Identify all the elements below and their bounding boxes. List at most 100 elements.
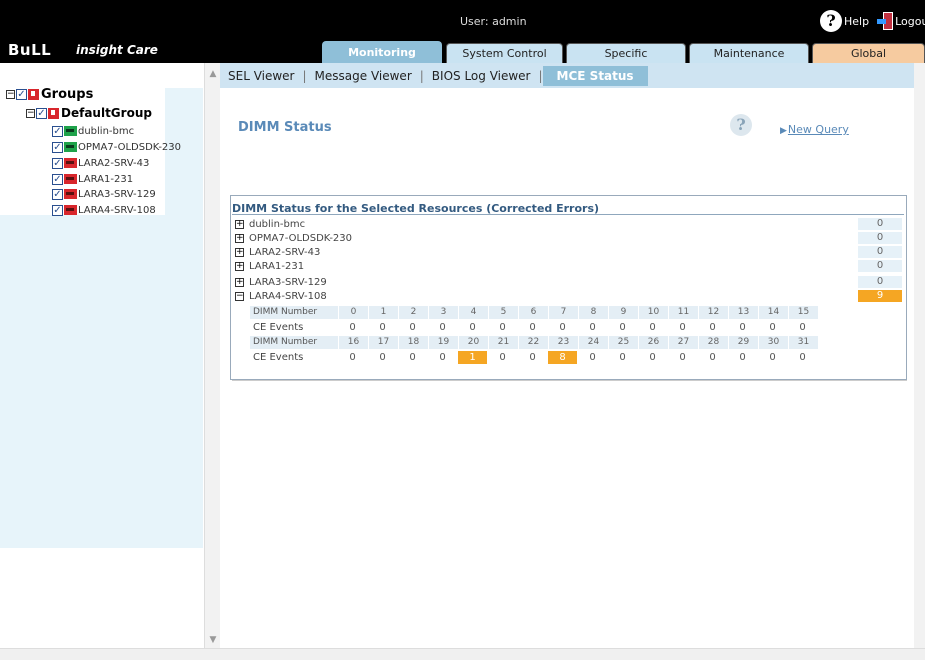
dimm-number: 3 <box>429 306 458 319</box>
ce-event-count: 0 <box>529 352 536 363</box>
ce-event-count: 0 <box>769 352 776 363</box>
server-error-icon <box>64 158 77 168</box>
dimm-number: 21 <box>489 336 518 349</box>
sub-navigation: SEL Viewer | Message Viewer | BIOS Log V… <box>220 63 925 88</box>
product-name: insight Care <box>76 43 158 57</box>
checkbox-icon[interactable]: ✓ <box>52 125 63 137</box>
tab-system-control[interactable]: System Control <box>446 43 563 63</box>
dimm-number-label: DIMM Number <box>250 306 338 319</box>
resource-row[interactable]: + OPMA7-OLDSDK-230 <box>235 232 855 244</box>
logout-link[interactable]: Logout <box>895 15 925 28</box>
resource-row[interactable]: + LARA2-SRV-43 <box>235 246 855 258</box>
ce-event-count: 0 <box>529 322 536 333</box>
bull-logo: BuLL <box>8 41 52 59</box>
ce-event-count: 0 <box>349 352 356 363</box>
ce-event-count: 0 <box>649 322 656 333</box>
expand-icon[interactable]: + <box>235 277 244 287</box>
ce-event-count: 0 <box>439 352 446 363</box>
collapse-icon[interactable]: − <box>6 89 15 99</box>
dimm-number: 25 <box>609 336 638 349</box>
expand-icon[interactable]: + <box>235 219 244 229</box>
scroll-up-icon[interactable]: ▲ <box>206 67 220 81</box>
expand-icon[interactable]: + <box>235 247 244 257</box>
tree-scrollbar[interactable]: ▲ ▼ <box>204 63 220 650</box>
tree-item[interactable]: ✓ LARA1-231 <box>52 172 133 186</box>
dimm-number: 20 <box>459 336 488 349</box>
checkbox-icon[interactable]: ✓ <box>52 141 63 153</box>
collapse-icon[interactable]: − <box>235 291 244 301</box>
tab-global-configuration[interactable]: Global Configuration <box>812 43 925 79</box>
checkbox-icon[interactable]: ✓ <box>52 157 63 169</box>
tree-root[interactable]: − ✓ Groups <box>6 87 93 102</box>
server-error-icon <box>64 174 77 184</box>
dimm-number-row: DIMM Number 16 17 18 19 20 21 22 23 24 2… <box>250 335 819 350</box>
dimm-number: 26 <box>639 336 668 349</box>
subnav-sel-viewer[interactable]: SEL Viewer <box>220 69 303 83</box>
tree-item[interactable]: ✓ LARA3-SRV-129 <box>52 187 156 201</box>
dimm-number: 17 <box>369 336 398 349</box>
tab-maintenance[interactable]: Maintenance <box>689 43 809 63</box>
resource-name: LARA4-SRV-108 <box>249 290 327 302</box>
expand-icon[interactable]: + <box>235 233 244 243</box>
dimm-number: 6 <box>519 306 548 319</box>
checkbox-icon[interactable]: ✓ <box>52 173 63 185</box>
server-error-icon <box>64 205 77 215</box>
resource-name: LARA3-SRV-129 <box>249 276 327 288</box>
help-icon[interactable]: ? <box>730 114 752 136</box>
resource-row[interactable]: + LARA1-231 <box>235 260 855 272</box>
scroll-down-icon[interactable]: ▼ <box>206 633 220 647</box>
dimm-number: 16 <box>339 336 368 349</box>
tree-item[interactable]: ✓ LARA2-SRV-43 <box>52 156 149 170</box>
server-ok-icon <box>64 126 77 136</box>
ce-event-count: 0 <box>589 352 596 363</box>
horizontal-scrollbar[interactable] <box>0 648 925 660</box>
tree-item-label: dublin-bmc <box>78 125 135 137</box>
dimm-number: 18 <box>399 336 428 349</box>
subnav-bios-log-viewer[interactable]: BIOS Log Viewer <box>424 69 539 83</box>
ce-event-count: 0 <box>799 322 806 333</box>
tree-item-label: LARA2-SRV-43 <box>78 157 150 169</box>
expand-icon[interactable]: + <box>235 261 244 271</box>
ce-event-count: 0 <box>499 352 506 363</box>
new-query-label: New Query <box>787 123 849 136</box>
ce-events-row: CE Events 0 0 0 0 0 0 0 0 0 0 0 0 0 0 0 … <box>250 320 818 335</box>
logout-icon[interactable] <box>877 12 894 30</box>
error-count: 0 <box>858 276 902 288</box>
checkbox-icon[interactable]: ✓ <box>52 204 63 216</box>
resource-name: OPMA7-OLDSDK-230 <box>249 232 353 244</box>
dimm-number: 19 <box>429 336 458 349</box>
collapse-icon[interactable]: − <box>26 108 35 118</box>
ce-event-count: 0 <box>709 322 716 333</box>
tree-group[interactable]: − ✓ DefaultGroup <box>26 106 152 120</box>
resource-row[interactable]: + LARA3-SRV-129 <box>235 276 855 288</box>
tab-monitoring[interactable]: Monitoring <box>322 41 442 63</box>
new-query-link[interactable]: ▶New Query <box>780 123 849 136</box>
main-scrollbar[interactable] <box>914 63 925 650</box>
subnav-mce-status[interactable]: MCE Status <box>542 65 648 86</box>
dimm-number: 11 <box>669 306 698 319</box>
tree-item[interactable]: ✓ OPMA7-OLDSDK-230 <box>52 140 181 154</box>
dimm-number: 1 <box>369 306 398 319</box>
tab-specific-configuration[interactable]: Specific Configuration <box>566 43 686 79</box>
ce-event-count: 0 <box>739 322 746 333</box>
checkbox-icon[interactable]: ✓ <box>36 107 47 119</box>
tree-item[interactable]: ✓ LARA4-SRV-108 <box>52 203 156 217</box>
resource-row[interactable]: + dublin-bmc <box>235 218 855 230</box>
help-icon[interactable]: ? <box>820 10 842 32</box>
checkbox-icon[interactable]: ✓ <box>52 188 63 200</box>
error-count: 9 <box>858 290 902 302</box>
tree-item[interactable]: ✓ dublin-bmc <box>52 124 134 138</box>
subnav-message-viewer[interactable]: Message Viewer <box>307 69 420 83</box>
resource-row[interactable]: − LARA4-SRV-108 <box>235 290 855 302</box>
ce-event-count: 0 <box>679 322 686 333</box>
checkbox-icon[interactable]: ✓ <box>16 88 27 100</box>
dimm-number: 30 <box>759 336 788 349</box>
user-label: User: admin <box>460 15 527 28</box>
group-icon <box>48 107 59 119</box>
ce-event-count: 0 <box>709 352 716 363</box>
ce-event-count: 0 <box>349 322 356 333</box>
ce-event-count-alert: 1 <box>458 351 487 364</box>
dimm-number: 24 <box>579 336 608 349</box>
dimm-number-row: DIMM Number 0 1 2 3 4 5 6 7 8 9 10 11 12… <box>250 305 819 320</box>
help-link[interactable]: Help <box>844 15 869 28</box>
